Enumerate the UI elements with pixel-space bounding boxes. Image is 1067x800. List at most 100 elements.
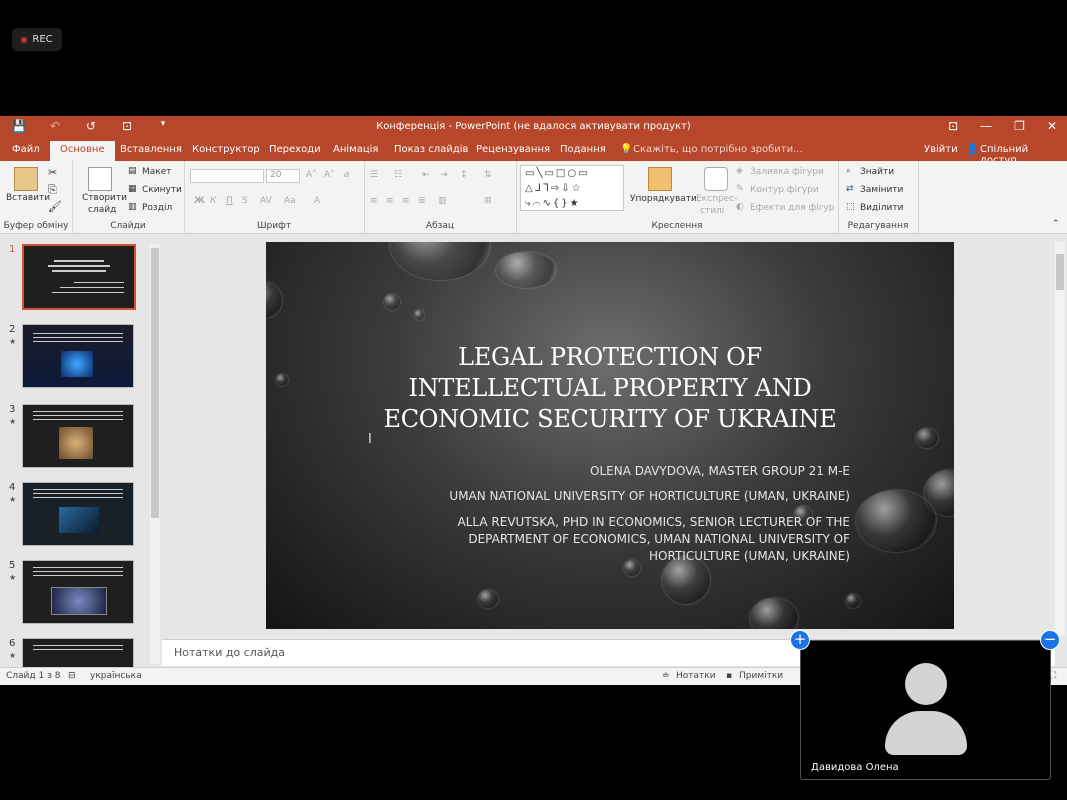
- text-direction-icon[interactable]: ⇅: [484, 170, 492, 180]
- replace-button[interactable]: Замінити: [860, 185, 903, 195]
- grow-font-icon[interactable]: A˄: [306, 170, 317, 180]
- paste-icon: [14, 167, 38, 191]
- ribbon-tabs: Файл Основне Вставлення Конструктор Пере…: [0, 139, 1067, 166]
- clear-format-icon[interactable]: ⌀: [344, 170, 349, 180]
- tab-home[interactable]: Основне: [50, 141, 115, 161]
- notes-toggle-button[interactable]: Нотатки: [676, 671, 716, 681]
- reset-button[interactable]: Скинути: [142, 185, 182, 195]
- group-label-slides: Слайди: [110, 221, 146, 231]
- thumbnails-scrollbar[interactable]: [150, 244, 160, 664]
- thumb-text-line: [33, 571, 123, 572]
- slide-title-line: LEGAL PROTECTION OF: [458, 343, 762, 371]
- smartart-icon[interactable]: ⊞: [484, 196, 492, 206]
- add-icon[interactable]: +: [790, 630, 810, 650]
- thumb-text-line: [33, 337, 123, 338]
- find-button[interactable]: Знайти: [860, 167, 894, 177]
- tab-transitions[interactable]: Переходи: [269, 144, 321, 155]
- slide-thumbnail-3[interactable]: [22, 404, 134, 468]
- arrange-button[interactable]: Упорядкувати: [630, 194, 697, 204]
- thumb-text-line: [54, 260, 104, 262]
- window-title: Конференція - PowerPoint (не вдалося акт…: [376, 121, 691, 132]
- layout-button[interactable]: Макет: [142, 167, 172, 177]
- shape-effects-button[interactable]: Ефекти для фігур: [750, 203, 835, 213]
- slide-thumbnail-4[interactable]: [22, 482, 134, 546]
- comments-toggle-button[interactable]: Примітки: [739, 671, 783, 681]
- thumbnails-scroll-thumb[interactable]: [151, 248, 159, 518]
- shape-effects-icon: ◐: [736, 202, 744, 212]
- minimize-icon[interactable]: —: [980, 119, 992, 133]
- align-center-icon[interactable]: ≡: [386, 196, 394, 206]
- tab-slideshow[interactable]: Показ слайдів: [394, 144, 468, 155]
- slide-supervisor[interactable]: ALLA REVUTSKA, PHD IN ECONOMICS, SENIOR …: [376, 514, 850, 565]
- font-color-icon[interactable]: A: [314, 196, 320, 206]
- water-drop: [266, 282, 282, 318]
- language-indicator[interactable]: українська: [90, 671, 142, 681]
- cut-icon[interactable]: ✂: [48, 166, 57, 179]
- shrink-font-icon[interactable]: A˅: [324, 170, 335, 180]
- justify-icon[interactable]: ≣: [418, 196, 426, 206]
- slide-author[interactable]: OLENA DAVYDOVA, MASTER GROUP 21 M-E: [590, 464, 850, 478]
- participant-video-tile[interactable]: Давидова Олена: [800, 640, 1051, 780]
- thumb-number: 6: [9, 638, 16, 649]
- spellcheck-icon[interactable]: ⊟: [68, 671, 76, 681]
- collapse-ribbon-icon[interactable]: ⌃: [1052, 219, 1060, 229]
- slide-affiliation[interactable]: UMAN NATIONAL UNIVERSITY OF HORTICULTURE…: [449, 489, 850, 503]
- quick-styles-button[interactable]: Експрес-: [696, 194, 737, 204]
- thumb-text-line: [33, 415, 123, 416]
- italic-button[interactable]: К: [210, 196, 216, 206]
- minimize-video-icon[interactable]: −: [1040, 630, 1060, 650]
- slide-counter: Слайд 1 з 8: [6, 671, 61, 681]
- font-size-input[interactable]: 20: [266, 169, 300, 183]
- columns-icon[interactable]: ▥: [438, 196, 447, 206]
- tab-file[interactable]: Файл: [12, 144, 40, 155]
- bold-button[interactable]: Ж: [194, 196, 205, 206]
- close-icon[interactable]: ✕: [1047, 119, 1057, 133]
- bullets-icon[interactable]: ☰: [370, 170, 378, 180]
- slide-thumbnail-2[interactable]: [22, 324, 134, 388]
- align-right-icon[interactable]: ≡: [402, 196, 410, 206]
- section-button[interactable]: Розділ: [142, 203, 172, 213]
- group-clipboard: Вставити ✂ ⎘ 🖌 Буфер обміну: [0, 161, 73, 233]
- new-slide-button[interactable]: Створити: [82, 193, 127, 203]
- align-left-icon[interactable]: ≡: [370, 196, 378, 206]
- slide-thumbnail-5[interactable]: [22, 560, 134, 624]
- shape-fill-button[interactable]: Заливка фігури: [750, 167, 824, 177]
- increase-indent-icon[interactable]: ⇥: [440, 170, 448, 180]
- sign-in-link[interactable]: Увійти: [924, 144, 958, 155]
- decrease-indent-icon[interactable]: ⇤: [422, 170, 430, 180]
- tell-me-search[interactable]: Скажіть, що потрібно зробити...: [633, 144, 803, 155]
- ribbon-display-icon[interactable]: ⊡: [948, 119, 958, 133]
- replace-icon: ⇄: [846, 184, 854, 194]
- font-name-input[interactable]: [190, 169, 264, 183]
- tab-review[interactable]: Рецензування: [476, 144, 550, 155]
- slide-scroll-thumb[interactable]: [1056, 254, 1064, 290]
- strikethrough-button[interactable]: S: [242, 196, 248, 206]
- copy-icon[interactable]: ⎘: [48, 183, 57, 197]
- slide-canvas[interactable]: LEGAL PROTECTION OF INTELLECTUAL PROPERT…: [266, 242, 954, 629]
- tab-animations[interactable]: Анімація: [333, 144, 378, 155]
- char-spacing-icon[interactable]: AV: [260, 196, 272, 206]
- maximize-icon[interactable]: ❐: [1014, 119, 1025, 133]
- slide-thumbnail-1[interactable]: [22, 244, 136, 310]
- paste-button[interactable]: Вставити: [6, 193, 50, 203]
- tab-view[interactable]: Подання: [560, 144, 606, 155]
- underline-button[interactable]: П: [226, 196, 233, 206]
- record-dot-icon: [21, 36, 28, 43]
- text-cursor-icon: I: [368, 432, 372, 447]
- line-spacing-icon[interactable]: ↕: [460, 170, 468, 180]
- slide-thumbnail-6[interactable]: [22, 638, 134, 667]
- slide-scrollbar[interactable]: [1055, 242, 1065, 636]
- select-button[interactable]: Виділити: [860, 203, 903, 213]
- slide-title[interactable]: LEGAL PROTECTION OF INTELLECTUAL PROPERT…: [366, 342, 854, 435]
- change-case-icon[interactable]: Aa: [284, 196, 296, 206]
- tab-insert[interactable]: Вставлення: [120, 144, 182, 155]
- shape-outline-button[interactable]: Контур фігури: [750, 185, 819, 195]
- shapes-gallery[interactable]: ▭╲▭□○▭ △ᒧᒣ⇨⇩☆ ⤷⌒∿{}★: [520, 165, 624, 211]
- thumb-text-line: [33, 419, 123, 420]
- group-drawing: ▭╲▭□○▭ △ᒧᒣ⇨⇩☆ ⤷⌒∿{}★ Упорядкувати Експрес-…: [516, 161, 839, 233]
- tab-design[interactable]: Конструктор: [192, 144, 260, 155]
- format-painter-icon[interactable]: 🖌: [48, 200, 62, 213]
- numbering-icon[interactable]: ☷: [394, 170, 402, 180]
- thumb-text-line: [52, 270, 106, 272]
- thumb-text-line: [33, 489, 123, 490]
